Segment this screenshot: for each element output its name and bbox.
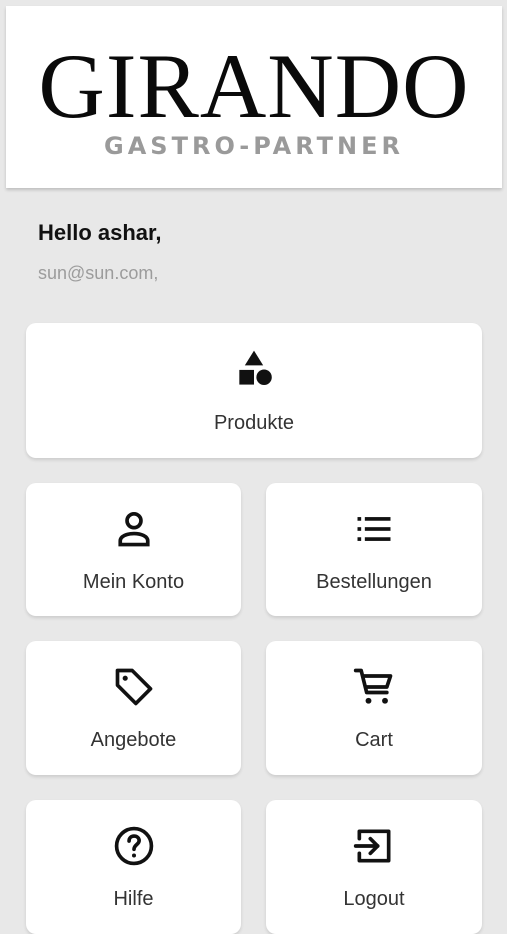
cart-icon (352, 665, 396, 709)
tag-icon (112, 665, 156, 709)
person-icon (112, 507, 156, 551)
produkte-label: Produkte (213, 412, 295, 434)
help-icon (112, 824, 156, 868)
mein-konto-label: Mein Konto (82, 571, 185, 593)
bestellungen-button[interactable]: Bestellungen (266, 483, 482, 616)
logout-button[interactable]: Logout (266, 800, 482, 934)
logout-icon (352, 824, 396, 868)
angebote-label: Angebote (90, 729, 177, 751)
produkte-button[interactable]: Produkte (26, 323, 482, 458)
logo-subtitle: GASTRO-PARTNER (104, 132, 404, 160)
cart-button[interactable]: Cart (266, 641, 482, 775)
bestellungen-label: Bestellungen (316, 571, 432, 593)
shapes-icon (232, 347, 276, 391)
mein-konto-button[interactable]: Mein Konto (26, 483, 241, 616)
app-header: GIRANDO GASTRO-PARTNER (6, 6, 502, 188)
angebote-button[interactable]: Angebote (26, 641, 241, 775)
list-icon (352, 507, 396, 551)
cart-label: Cart (355, 729, 393, 751)
user-email: sun@sun.com, (38, 263, 159, 283)
greeting-text: Hello ashar, (38, 220, 162, 245)
hilfe-button[interactable]: Hilfe (26, 800, 241, 934)
logo-title: GIRANDO (38, 35, 470, 137)
